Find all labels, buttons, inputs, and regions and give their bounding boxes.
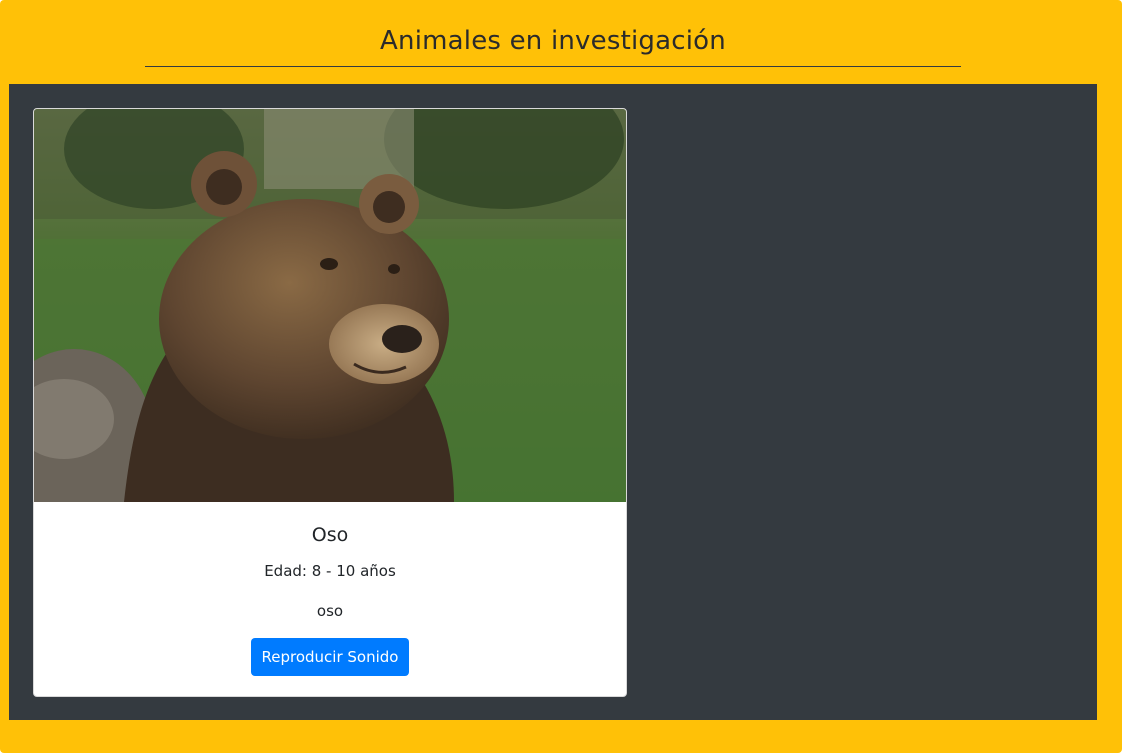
play-sound-button[interactable]: Reproducir Sonido: [251, 638, 409, 676]
animal-card: Oso Edad: 8 - 10 años oso Reproducir Son…: [33, 108, 627, 697]
animal-age: Edad: 8 - 10 años: [264, 562, 396, 580]
page-frame: Animales en investigación Oso Edad: 8 - …: [0, 0, 1122, 753]
page-title: Animales en investigación: [380, 26, 726, 56]
animal-name: Oso: [311, 524, 349, 546]
title-divider: [145, 66, 961, 67]
animal-image: [34, 109, 626, 502]
animals-panel: Oso Edad: 8 - 10 años oso Reproducir Son…: [9, 84, 1097, 720]
animal-description: oso: [316, 602, 344, 620]
